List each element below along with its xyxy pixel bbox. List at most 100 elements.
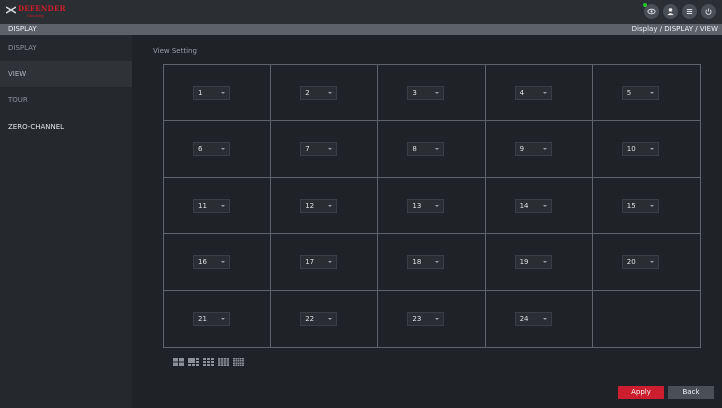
view-cell: 10 [592, 121, 700, 178]
channel-value: 8 [412, 145, 417, 154]
sidebar-item-display[interactable]: DISPLAY [0, 35, 132, 61]
channel-select[interactable]: 18 [407, 255, 445, 270]
view-cell: 1 [164, 65, 272, 122]
sidebar-item-tour[interactable]: TOUR [0, 87, 132, 113]
eye-button[interactable] [643, 3, 659, 19]
channel-value: 21 [198, 314, 207, 323]
channel-select[interactable]: 16 [193, 255, 230, 270]
channel-value: 3 [412, 89, 417, 97]
channel-select[interactable]: 19 [514, 255, 552, 270]
channel-select[interactable]: 15 [621, 198, 659, 213]
channel-select[interactable]: 12 [300, 198, 338, 213]
menu-button[interactable] [682, 4, 697, 19]
dropdown-arrow-icon [435, 261, 440, 264]
channel-select[interactable]: 23 [407, 311, 445, 326]
view-cell: 7 [271, 121, 379, 178]
view-cell: 24 [486, 290, 593, 347]
view-grid: 1 2 3 4 5 6 7 8 9 10 11 12 13 14 15 16 1… [163, 64, 701, 348]
view-cell: 8 [378, 121, 486, 178]
dropdown-arrow-icon [542, 261, 547, 264]
dropdown-arrow-icon [221, 148, 225, 151]
channel-value: 6 [198, 145, 203, 154]
sidebar-item-zero-channel[interactable]: ZERO-CHANNEL [0, 114, 132, 140]
channel-select[interactable]: 11 [193, 198, 230, 213]
channel-value: 1 [198, 89, 203, 97]
channel-value: 15 [626, 201, 636, 210]
channel-value: 9 [519, 145, 525, 154]
layout-9-icon[interactable] [203, 358, 214, 366]
power-icon [705, 8, 712, 15]
channel-select[interactable]: 10 [621, 142, 659, 157]
channel-select[interactable]: 7 [300, 142, 338, 157]
channel-value: 16 [198, 258, 207, 267]
dropdown-arrow-icon [542, 92, 547, 94]
layout-8-icon[interactable] [188, 358, 199, 366]
view-cell: 19 [485, 234, 593, 291]
view-cell: 21 [164, 290, 272, 347]
sidebar-item-view[interactable]: VIEW [0, 61, 132, 87]
channel-value: 2 [305, 89, 310, 97]
channel-value: 11 [198, 201, 207, 210]
layout-25-icon[interactable] [233, 358, 244, 366]
channel-select[interactable]: 22 [300, 311, 338, 326]
view-cell: 12 [271, 177, 379, 235]
channel-select[interactable]: 4 [514, 86, 552, 100]
channel-select[interactable]: 2 [300, 86, 338, 100]
view-cell: 23 [378, 290, 486, 347]
channel-value: 10 [626, 145, 636, 154]
view-cell: 9 [485, 121, 593, 178]
channel-select[interactable]: 20 [621, 255, 659, 270]
channel-value: 24 [519, 314, 529, 323]
channel-value: 5 [626, 89, 632, 97]
view-cell: 15 [592, 178, 700, 235]
brand-logo: DEFENDER Security [6, 3, 65, 20]
view-cell: 5 [592, 65, 700, 122]
channel-value: 20 [626, 258, 636, 267]
channel-select[interactable]: 14 [514, 198, 552, 213]
logo-text: DEFENDER [18, 4, 66, 13]
dropdown-arrow-icon [328, 317, 333, 320]
layout-switcher [173, 358, 244, 366]
channel-select[interactable]: 21 [193, 311, 230, 326]
channel-value: 12 [305, 201, 315, 210]
channel-select[interactable]: 9 [514, 142, 552, 157]
dropdown-arrow-icon [649, 261, 654, 264]
user-button[interactable] [663, 4, 678, 19]
channel-select[interactable]: 17 [300, 255, 338, 270]
view-cell: 17 [271, 234, 379, 291]
channel-select[interactable]: 24 [514, 311, 552, 326]
channel-value: 13 [412, 201, 422, 210]
channel-select[interactable]: 8 [407, 142, 445, 157]
page-title: DISPLAY [8, 25, 37, 33]
breadcrumb[interactable]: Display / DISPLAY / VIEW [632, 25, 718, 33]
view-cell: 14 [485, 177, 593, 235]
back-button[interactable]: Back [668, 386, 714, 399]
dropdown-arrow-icon [221, 92, 225, 94]
channel-select[interactable]: 3 [407, 86, 445, 100]
dropdown-arrow-icon [649, 148, 654, 151]
channel-select[interactable]: 1 [193, 86, 230, 100]
layout-16-icon[interactable] [218, 358, 229, 366]
channel-value: 4 [519, 89, 525, 97]
channel-select[interactable]: 6 [193, 142, 230, 157]
dropdown-arrow-icon [435, 92, 440, 94]
channel-select[interactable]: 5 [621, 86, 659, 100]
dropdown-arrow-icon [542, 317, 547, 320]
view-cell: 16 [164, 234, 272, 291]
dropdown-arrow-icon [328, 148, 333, 151]
channel-value: 23 [412, 314, 422, 323]
view-cell: 20 [592, 234, 700, 291]
dropdown-arrow-icon [328, 92, 333, 94]
view-cell: 4 [485, 65, 593, 122]
layout-4-icon[interactable] [173, 358, 184, 366]
dropdown-arrow-icon [542, 204, 547, 207]
channel-value: 22 [305, 314, 315, 323]
dropdown-arrow-icon [435, 148, 440, 151]
apply-button[interactable]: Apply [618, 386, 664, 399]
channel-select[interactable]: 13 [407, 198, 445, 213]
view-cell-empty [593, 291, 700, 347]
dropdown-arrow-icon [221, 261, 225, 264]
dropdown-arrow-icon [221, 204, 225, 207]
power-button[interactable] [701, 4, 716, 19]
channel-value: 14 [519, 201, 529, 210]
